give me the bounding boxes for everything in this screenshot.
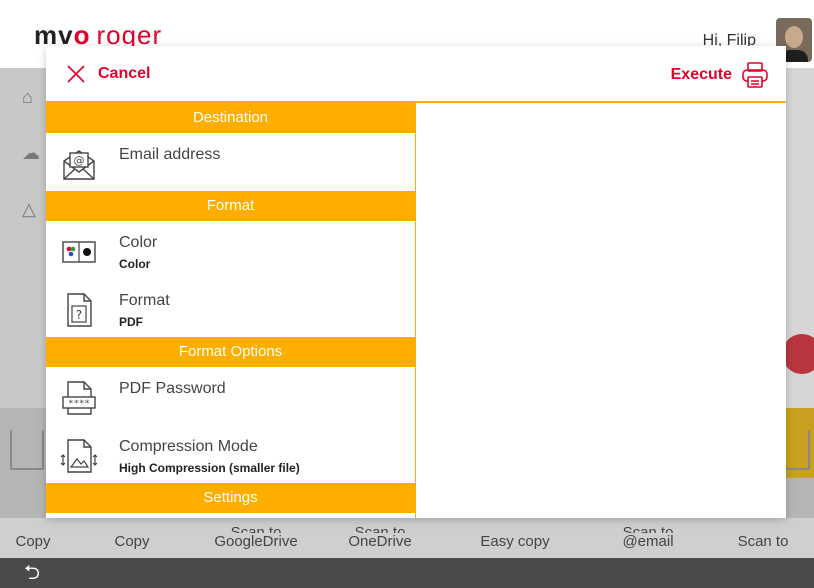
detail-panel xyxy=(416,105,786,518)
compression-mode-label: Compression Mode xyxy=(119,438,258,455)
execute-label: Execute xyxy=(670,66,732,83)
email-icon: @ xyxy=(63,150,95,180)
color-mode-icon xyxy=(62,241,96,263)
bottom-nav-bar: ⮌ xyxy=(0,558,814,588)
section-format: Format xyxy=(46,191,415,221)
cloud-icon[interactable]: ☁ xyxy=(22,142,44,164)
compression-mode-item[interactable]: Compression Mode High Compression (small… xyxy=(46,425,415,483)
drive-icon[interactable]: △ xyxy=(22,198,44,220)
svg-text:@: @ xyxy=(74,154,85,167)
shortcut-copy-1[interactable]: Copy xyxy=(0,518,66,558)
section-destination: Destination xyxy=(46,103,415,133)
format-item[interactable]: ? Format PDF xyxy=(46,279,415,337)
close-icon xyxy=(67,65,85,83)
svg-text:****: **** xyxy=(68,399,90,409)
color-item[interactable]: Color Color xyxy=(46,221,415,279)
shortcut-scan-onedrive[interactable]: Scan to OneDrive xyxy=(314,518,446,558)
shortcut-copy-2[interactable]: Copy xyxy=(66,518,198,558)
svg-text:?: ? xyxy=(76,308,82,322)
email-address-label: Email address xyxy=(119,146,221,163)
section-settings: Settings xyxy=(46,483,415,513)
shortcut-scan-email[interactable]: Scan to @email xyxy=(584,518,712,558)
format-label: Format xyxy=(119,292,170,309)
compression-mode-value: High Compression (smaller file) xyxy=(119,461,300,475)
shortcut-bar: Copy Copy Scan to GoogleDrive Scan to OneD… xyxy=(0,518,814,558)
compression-icon xyxy=(60,439,98,473)
color-value: Color xyxy=(119,257,151,271)
cancel-label: Cancel xyxy=(98,65,151,82)
pdf-password-label: PDF Password xyxy=(119,380,226,397)
printer-icon xyxy=(742,62,768,88)
scan-settings-dialog: Cancel Execute Destination @ Email addre… xyxy=(46,46,786,518)
app-logo: mvo roger xyxy=(34,20,163,50)
app-sidebar: ⌂ ☁ △ xyxy=(0,68,46,408)
file-format-icon: ? xyxy=(67,293,92,327)
color-label: Color xyxy=(119,234,158,251)
password-icon: **** xyxy=(62,381,96,415)
pdf-password-item[interactable]: **** PDF Password xyxy=(46,367,415,425)
shortcut-easy-copy[interactable]: Easy copy xyxy=(446,518,584,558)
scanner-icon xyxy=(10,430,44,470)
format-value: PDF xyxy=(119,315,143,329)
email-address-item[interactable]: @ Email address xyxy=(46,133,415,191)
add-fab-button[interactable] xyxy=(782,334,814,374)
home-icon[interactable]: ⌂ xyxy=(22,86,44,108)
section-format-options: Format Options xyxy=(46,337,415,367)
settings-list: Destination @ Email address Format Color… xyxy=(46,103,416,518)
shortcut-scan-to[interactable]: Scan to xyxy=(712,518,814,558)
cancel-button[interactable]: Cancel xyxy=(66,64,150,84)
execute-button[interactable]: Execute xyxy=(671,60,770,90)
back-arrow-icon[interactable]: ⮌ xyxy=(24,562,40,584)
dialog-header: Cancel Execute xyxy=(46,46,786,103)
shortcut-scan-googledrive[interactable]: Scan to GoogleDrive xyxy=(198,518,314,558)
